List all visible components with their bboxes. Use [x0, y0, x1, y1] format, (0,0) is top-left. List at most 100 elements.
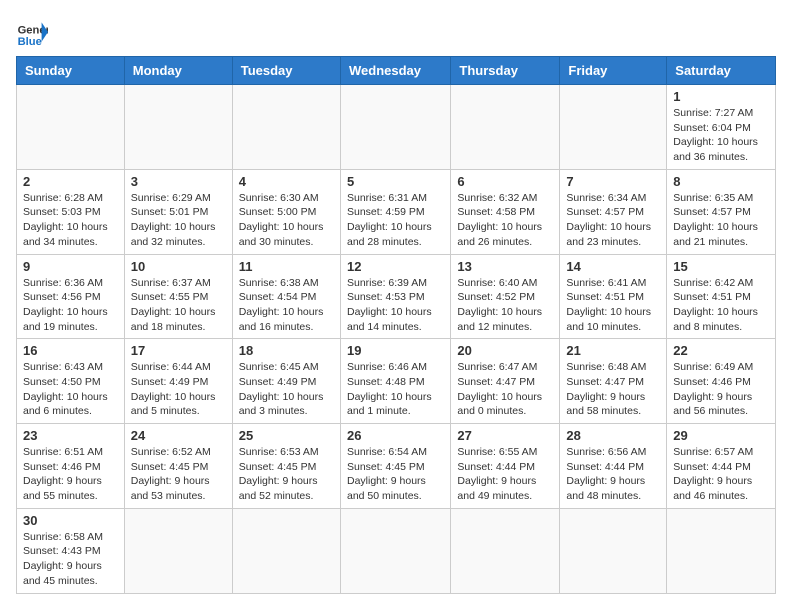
- calendar-week-1: 2Sunrise: 6:28 AM Sunset: 5:03 PM Daylig…: [17, 169, 776, 254]
- day-info: Sunrise: 6:54 AM Sunset: 4:45 PM Dayligh…: [347, 445, 444, 504]
- column-header-friday: Friday: [560, 57, 667, 85]
- calendar-cell: [232, 85, 340, 170]
- calendar-cell: 9 Sunrise: 6:36 AM Sunset: 4:56 PM Daylig…: [17, 254, 125, 339]
- calendar-table: SundayMondayTuesdayWednesdayThursdayFrid…: [16, 56, 776, 594]
- day-info: Sunrise: 6:45 AM Sunset: 4:49 PM Dayligh…: [239, 360, 334, 419]
- calendar-cell: [451, 508, 560, 593]
- calendar-week-0: 1 Sunrise: 7:27 AM Sunset: 6:04 PM Daylig…: [17, 85, 776, 170]
- calendar-cell: [340, 85, 450, 170]
- day-info: Sunrise: 6:34 AM Sunset: 4:57 PM Dayligh…: [566, 191, 660, 250]
- day-info: Sunrise: 6:42 AM Sunset: 4:51 PM Dayligh…: [673, 276, 769, 335]
- day-info: Sunrise: 6:40 AM Sunset: 4:52 PM Dayligh…: [457, 276, 553, 335]
- day-number: 2: [23, 174, 118, 189]
- day-number: 5: [347, 174, 444, 189]
- day-number: 8: [673, 174, 769, 189]
- calendar-cell: 22 Sunrise: 6:49 AM Sunset: 4:46 PM Dayli…: [667, 339, 776, 424]
- day-info: Sunrise: 6:44 AM Sunset: 4:49 PM Dayligh…: [131, 360, 226, 419]
- day-number: 21: [566, 343, 660, 358]
- day-info: Sunrise: 6:48 AM Sunset: 4:47 PM Dayligh…: [566, 360, 660, 419]
- calendar-cell: 13 Sunrise: 6:40 AM Sunset: 4:52 PM Dayli…: [451, 254, 560, 339]
- calendar-cell: 1 Sunrise: 7:27 AM Sunset: 6:04 PM Daylig…: [667, 85, 776, 170]
- day-number: 18: [239, 343, 334, 358]
- calendar-cell: 20 Sunrise: 6:47 AM Sunset: 4:47 PM Dayli…: [451, 339, 560, 424]
- day-number: 14: [566, 259, 660, 274]
- calendar-cell: 11 Sunrise: 6:38 AM Sunset: 4:54 PM Dayli…: [232, 254, 340, 339]
- day-info: Sunrise: 6:36 AM Sunset: 4:56 PM Dayligh…: [23, 276, 118, 335]
- day-number: 4: [239, 174, 334, 189]
- day-info: Sunrise: 6:38 AM Sunset: 4:54 PM Dayligh…: [239, 276, 334, 335]
- day-info: Sunrise: 6:57 AM Sunset: 4:44 PM Dayligh…: [673, 445, 769, 504]
- day-info: Sunrise: 6:37 AM Sunset: 4:55 PM Dayligh…: [131, 276, 226, 335]
- day-info: Sunrise: 6:53 AM Sunset: 4:45 PM Dayligh…: [239, 445, 334, 504]
- calendar-cell: 25 Sunrise: 6:53 AM Sunset: 4:45 PM Dayli…: [232, 424, 340, 509]
- day-number: 30: [23, 513, 118, 528]
- column-header-thursday: Thursday: [451, 57, 560, 85]
- day-info: Sunrise: 6:55 AM Sunset: 4:44 PM Dayligh…: [457, 445, 553, 504]
- column-header-monday: Monday: [124, 57, 232, 85]
- day-number: 15: [673, 259, 769, 274]
- day-number: 12: [347, 259, 444, 274]
- calendar-cell: [124, 508, 232, 593]
- column-header-tuesday: Tuesday: [232, 57, 340, 85]
- day-info: Sunrise: 6:39 AM Sunset: 4:53 PM Dayligh…: [347, 276, 444, 335]
- day-info: Sunrise: 6:56 AM Sunset: 4:44 PM Dayligh…: [566, 445, 660, 504]
- day-info: Sunrise: 6:31 AM Sunset: 4:59 PM Dayligh…: [347, 191, 444, 250]
- day-number: 3: [131, 174, 226, 189]
- calendar-week-5: 30 Sunrise: 6:58 AM Sunset: 4:43 PM Dayli…: [17, 508, 776, 593]
- day-number: 26: [347, 428, 444, 443]
- day-number: 17: [131, 343, 226, 358]
- column-header-wednesday: Wednesday: [340, 57, 450, 85]
- calendar-cell: 2Sunrise: 6:28 AM Sunset: 5:03 PM Daylig…: [17, 169, 125, 254]
- calendar-week-4: 23Sunrise: 6:51 AM Sunset: 4:46 PM Dayli…: [17, 424, 776, 509]
- day-info: Sunrise: 6:47 AM Sunset: 4:47 PM Dayligh…: [457, 360, 553, 419]
- day-number: 9: [23, 259, 118, 274]
- calendar-cell: 26 Sunrise: 6:54 AM Sunset: 4:45 PM Dayli…: [340, 424, 450, 509]
- calendar-cell: [667, 508, 776, 593]
- calendar-cell: 24 Sunrise: 6:52 AM Sunset: 4:45 PM Dayli…: [124, 424, 232, 509]
- calendar-cell: 21 Sunrise: 6:48 AM Sunset: 4:47 PM Dayli…: [560, 339, 667, 424]
- calendar-cell: 7 Sunrise: 6:34 AM Sunset: 4:57 PM Daylig…: [560, 169, 667, 254]
- logo-icon: General Blue: [16, 16, 48, 48]
- day-number: 20: [457, 343, 553, 358]
- logo: General Blue: [16, 16, 48, 48]
- day-info: Sunrise: 6:49 AM Sunset: 4:46 PM Dayligh…: [673, 360, 769, 419]
- calendar-cell: 28 Sunrise: 6:56 AM Sunset: 4:44 PM Dayli…: [560, 424, 667, 509]
- calendar-cell: 12 Sunrise: 6:39 AM Sunset: 4:53 PM Dayli…: [340, 254, 450, 339]
- day-number: 28: [566, 428, 660, 443]
- calendar-cell: 27 Sunrise: 6:55 AM Sunset: 4:44 PM Dayli…: [451, 424, 560, 509]
- day-number: 16: [23, 343, 118, 358]
- calendar-header-row: SundayMondayTuesdayWednesdayThursdayFrid…: [17, 57, 776, 85]
- calendar-cell: 5 Sunrise: 6:31 AM Sunset: 4:59 PM Daylig…: [340, 169, 450, 254]
- calendar-cell: 23Sunrise: 6:51 AM Sunset: 4:46 PM Dayli…: [17, 424, 125, 509]
- calendar-cell: [232, 508, 340, 593]
- calendar-cell: [124, 85, 232, 170]
- day-number: 24: [131, 428, 226, 443]
- day-info: Sunrise: 6:46 AM Sunset: 4:48 PM Dayligh…: [347, 360, 444, 419]
- day-number: 29: [673, 428, 769, 443]
- day-number: 10: [131, 259, 226, 274]
- day-info: Sunrise: 6:52 AM Sunset: 4:45 PM Dayligh…: [131, 445, 226, 504]
- calendar-cell: 6Sunrise: 6:32 AM Sunset: 4:58 PM Daylig…: [451, 169, 560, 254]
- day-info: Sunrise: 6:41 AM Sunset: 4:51 PM Dayligh…: [566, 276, 660, 335]
- day-number: 22: [673, 343, 769, 358]
- day-number: 19: [347, 343, 444, 358]
- day-number: 25: [239, 428, 334, 443]
- day-info: Sunrise: 6:58 AM Sunset: 4:43 PM Dayligh…: [23, 530, 118, 589]
- day-number: 23: [23, 428, 118, 443]
- calendar-cell: 15 Sunrise: 6:42 AM Sunset: 4:51 PM Dayli…: [667, 254, 776, 339]
- calendar-cell: 10 Sunrise: 6:37 AM Sunset: 4:55 PM Dayli…: [124, 254, 232, 339]
- calendar-cell: [451, 85, 560, 170]
- day-number: 13: [457, 259, 553, 274]
- calendar-cell: [560, 85, 667, 170]
- calendar-cell: 8Sunrise: 6:35 AM Sunset: 4:57 PM Daylig…: [667, 169, 776, 254]
- day-info: Sunrise: 6:32 AM Sunset: 4:58 PM Dayligh…: [457, 191, 553, 250]
- calendar-cell: 14 Sunrise: 6:41 AM Sunset: 4:51 PM Dayli…: [560, 254, 667, 339]
- day-number: 1: [673, 89, 769, 104]
- calendar-cell: [17, 85, 125, 170]
- day-number: 7: [566, 174, 660, 189]
- calendar-week-3: 16Sunrise: 6:43 AM Sunset: 4:50 PM Dayli…: [17, 339, 776, 424]
- day-info: Sunrise: 7:27 AM Sunset: 6:04 PM Dayligh…: [673, 106, 769, 165]
- calendar-cell: 19 Sunrise: 6:46 AM Sunset: 4:48 PM Dayli…: [340, 339, 450, 424]
- day-number: 11: [239, 259, 334, 274]
- day-number: 27: [457, 428, 553, 443]
